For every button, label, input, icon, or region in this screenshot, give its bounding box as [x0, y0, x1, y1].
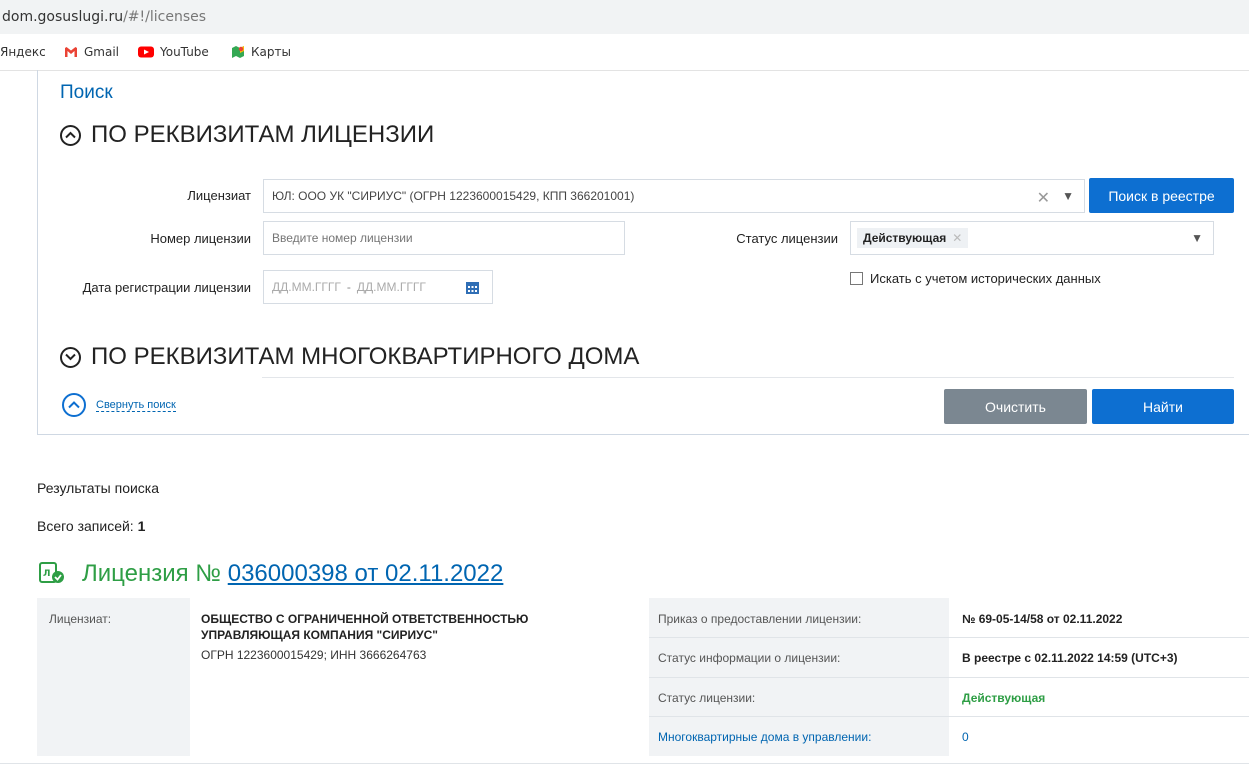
url-text[interactable]: dom.gosuslugi.ru/#!/licenses — [2, 9, 206, 25]
svg-text:Л: Л — [43, 569, 50, 579]
order-value: № 69-05-14/58 от 02.11.2022 — [962, 612, 1123, 626]
clear-icon[interactable]: ✕ — [1037, 188, 1050, 208]
section-house-title: ПО РЕКВИЗИТАМ МНОГОКВАРТИРНОГО ДОМА — [91, 343, 640, 370]
registry-search-button[interactable]: Поиск в реестре — [1089, 178, 1234, 213]
date-to-placeholder: ДД.ММ.ГГГГ — [356, 280, 426, 294]
results-count-value: 1 — [137, 518, 146, 534]
licensee-name-line2: УПРАВЛЯЮЩАЯ КОМПАНИЯ "СИРИУС" — [201, 628, 438, 642]
license-title: Лицензия № 036000398 от 02.11.2022 — [82, 560, 503, 588]
url-host: dom.gosuslugi.ru — [2, 9, 124, 25]
youtube-icon — [138, 46, 154, 58]
order-label: Приказ о предоставлении лицензии: — [658, 612, 862, 626]
status-tag: Действующая ✕ — [857, 228, 969, 248]
houses-value[interactable]: 0 — [962, 730, 969, 744]
date-range-input[interactable]: ДД.ММ.ГГГГ - ДД.ММ.ГГГГ — [263, 270, 493, 304]
houses-label[interactable]: Многоквартирные дома в управлении: — [658, 730, 871, 744]
history-checkbox[interactable] — [850, 272, 863, 285]
licensee-name-line1: ОБЩЕСТВО С ОГРАНИЧЕННОЙ ОТВЕТСТВЕННОСТЬЮ — [201, 612, 529, 626]
search-title: Поиск — [60, 82, 113, 103]
bookmark-label: Карты — [251, 45, 291, 59]
license-number-input[interactable] — [263, 221, 625, 255]
licensee-select[interactable]: ЮЛ: ООО УК "СИРИУС" (ОГРН 1223600015429,… — [263, 179, 1085, 213]
history-checkbox-label: Искать с учетом исторических данных — [870, 271, 1101, 286]
row-divider — [649, 716, 1249, 717]
status-select[interactable]: Действующая ✕ ▼ — [850, 221, 1214, 255]
remove-tag-icon[interactable]: ✕ — [952, 231, 962, 245]
bookmark-label: Яндекс — [0, 45, 46, 59]
row-divider — [649, 677, 1249, 678]
results-title: Результаты поиска — [37, 480, 160, 496]
chevron-down-icon[interactable]: ▼ — [1191, 231, 1203, 245]
clear-button[interactable]: Очистить — [944, 389, 1087, 424]
license-number-label: Номер лицензии — [150, 231, 251, 246]
licensee-value: ЮЛ: ООО УК "СИРИУС" (ОГРН 1223600015429,… — [272, 189, 635, 203]
calendar-icon[interactable] — [465, 280, 480, 295]
results-count: Всего записей: 1 — [37, 518, 145, 534]
divider — [262, 377, 1234, 378]
info-status-value: В реестре с 02.11.2022 14:59 (UTC+3) — [962, 651, 1178, 665]
bookmark-yandex[interactable]: Яндекс — [0, 45, 46, 59]
date-separator: - — [346, 280, 351, 294]
maps-icon — [232, 46, 244, 58]
date-from-placeholder: ДД.ММ.ГГГГ — [272, 280, 341, 294]
license-doc-icon: Л — [39, 562, 64, 583]
chevron-down-icon[interactable]: ▼ — [1062, 189, 1074, 203]
results-count-label: Всего записей: — [37, 518, 134, 534]
chevron-up-icon — [62, 393, 86, 417]
license-link[interactable]: 036000398 от 02.11.2022 — [228, 560, 504, 587]
chevron-down-icon — [60, 346, 81, 368]
license-status-label: Статус лицензии: — [658, 691, 756, 705]
bottom-divider — [0, 763, 1249, 764]
address-bar[interactable]: dom.gosuslugi.ru/#!/licenses — [0, 0, 1249, 34]
bookmark-label: YouTube — [160, 45, 209, 59]
license-prefix: Лицензия № — [82, 560, 222, 587]
chevron-up-icon — [60, 124, 81, 146]
status-label: Статус лицензии — [736, 231, 838, 246]
licensee-label: Лицензиат — [187, 188, 251, 203]
info-status-label: Статус информации о лицензии: — [658, 651, 841, 665]
licensee-name: ОБЩЕСТВО С ОГРАНИЧЕННОЙ ОТВЕТСТВЕННОСТЬЮ… — [201, 611, 641, 643]
collapse-search-link[interactable]: Свернуть поиск — [62, 393, 176, 417]
license-status-value: Действующая — [962, 691, 1046, 705]
collapse-search-label: Свернуть поиск — [96, 398, 176, 412]
section-house-header[interactable]: ПО РЕКВИЗИТАМ МНОГОКВАРТИРНОГО ДОМА — [60, 343, 639, 371]
row-divider — [649, 637, 1249, 638]
reg-date-label: Дата регистрации лицензии — [82, 280, 251, 295]
licensee-ids: ОГРН 1223600015429; ИНН 3666264763 — [201, 648, 427, 662]
section-license-header[interactable]: ПО РЕКВИЗИТАМ ЛИЦЕНЗИИ — [60, 121, 434, 149]
section-license-title: ПО РЕКВИЗИТАМ ЛИЦЕНЗИИ — [91, 121, 435, 148]
licensee-col-label: Лицензиат: — [49, 612, 112, 626]
status-tag-label: Действующая — [863, 231, 947, 245]
bookmarks-bar: Яндекс Gmail YouTube Карты — [0, 34, 1249, 71]
history-checkbox-row[interactable]: Искать с учетом исторических данных — [850, 271, 1101, 286]
bookmark-label: Gmail — [84, 45, 120, 59]
find-button[interactable]: Найти — [1092, 389, 1234, 424]
gmail-icon — [65, 47, 77, 57]
url-path: /#!/licenses — [123, 9, 207, 25]
bookmark-youtube[interactable]: YouTube — [138, 45, 209, 59]
bookmark-gmail[interactable]: Gmail — [64, 45, 119, 59]
bookmark-maps[interactable]: Карты — [231, 45, 291, 59]
